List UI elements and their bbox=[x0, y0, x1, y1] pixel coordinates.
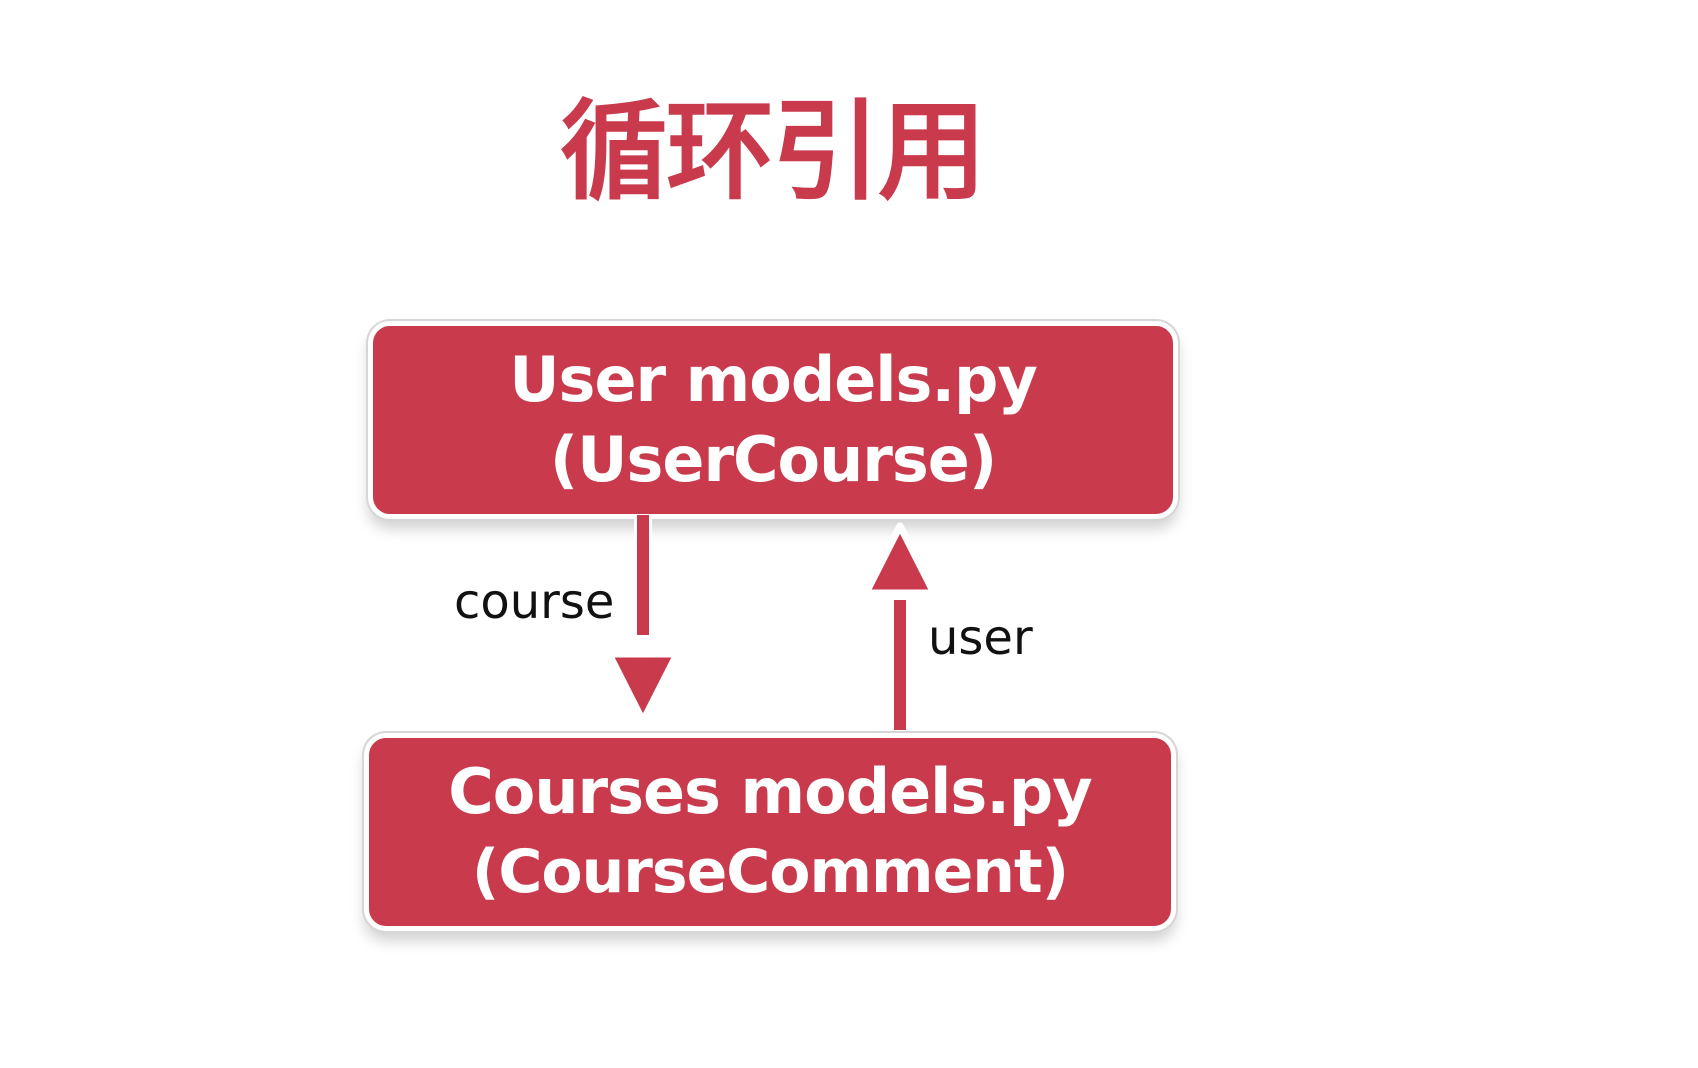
user-arrow-head bbox=[862, 522, 938, 597]
course-comment-subtitle: (CourseComment) bbox=[471, 837, 1069, 907]
user-course-subtitle: (UserCourse) bbox=[549, 423, 997, 496]
course-arrow bbox=[605, 515, 681, 725]
user-edge-label: user bbox=[928, 610, 1033, 666]
courses-models-title: Courses models.py bbox=[448, 755, 1092, 828]
courses-models-box: Courses models.py (CourseComment) bbox=[364, 733, 1176, 931]
user-models-box: User models.py (UserCourse) bbox=[368, 321, 1178, 519]
page-title: 循环引用 bbox=[560, 90, 986, 215]
user-models-title: User models.py bbox=[509, 343, 1038, 416]
user-arrow bbox=[862, 522, 938, 730]
course-edge-label: course bbox=[454, 574, 615, 630]
course-arrow-head bbox=[605, 650, 681, 725]
